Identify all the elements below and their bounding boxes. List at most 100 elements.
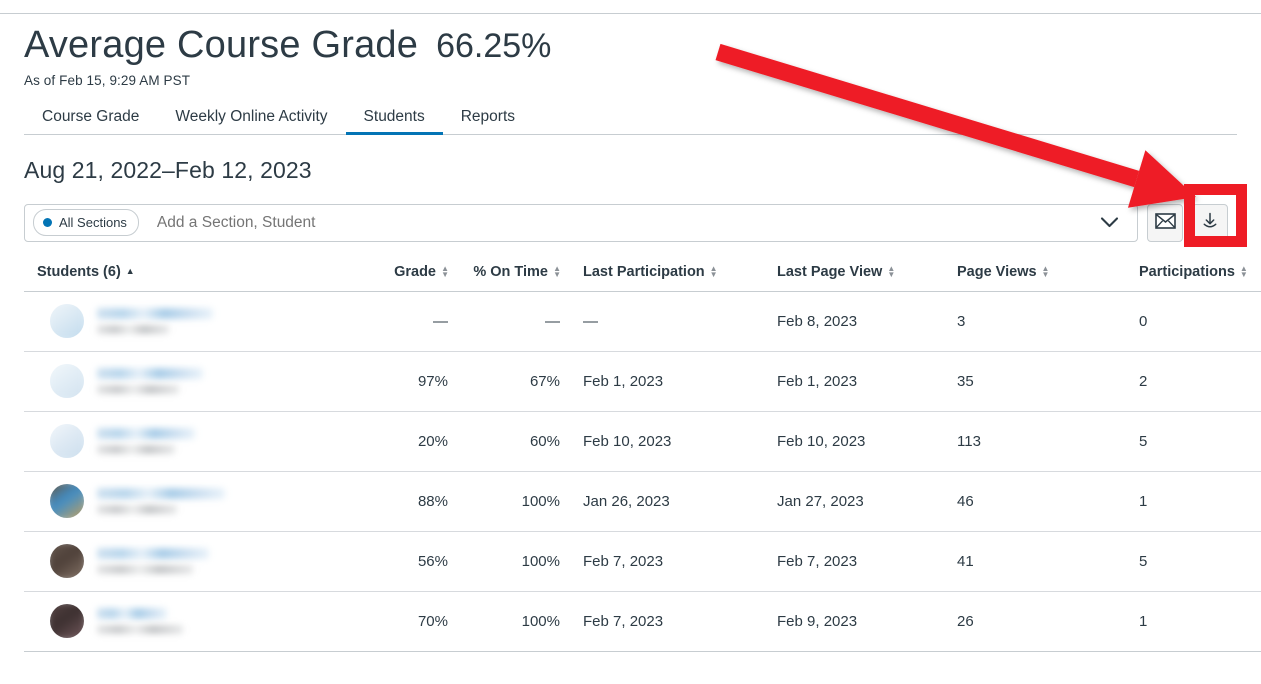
student-cell bbox=[24, 351, 337, 412]
student-name-block[interactable] bbox=[97, 608, 183, 635]
student-secondary-redacted bbox=[97, 625, 183, 635]
cell-last-participation: Feb 7, 2023 bbox=[561, 531, 755, 592]
column-header-last-participation[interactable]: Last Participation ▲ ▼ bbox=[561, 263, 755, 292]
column-header-students[interactable]: Students (6) ▲ bbox=[24, 263, 337, 292]
cell-page-views: 113 bbox=[935, 411, 1117, 472]
cell-participations: 1 bbox=[1117, 471, 1261, 532]
student-name-redacted[interactable] bbox=[97, 548, 209, 560]
cell-page-views: 46 bbox=[935, 471, 1117, 532]
student-name-block[interactable] bbox=[97, 548, 209, 575]
column-header-page-views-label: Page Views bbox=[957, 263, 1037, 280]
cell-grade: 70% bbox=[337, 591, 449, 652]
student-secondary-redacted bbox=[97, 325, 169, 335]
avatar bbox=[50, 544, 84, 579]
cell-on-time: 60% bbox=[449, 411, 561, 472]
cell-grade: 97% bbox=[337, 351, 449, 412]
student-cell bbox=[24, 471, 337, 532]
sort-toggle-icon: ▲ ▼ bbox=[1041, 263, 1050, 279]
tab-students[interactable]: Students bbox=[345, 109, 443, 135]
column-header-last-participation-label: Last Participation bbox=[583, 263, 705, 280]
student-secondary-redacted bbox=[97, 505, 177, 515]
column-header-students-label: Students (6) bbox=[37, 263, 121, 280]
column-header-on-time[interactable]: % On Time ▲ ▼ bbox=[449, 263, 561, 292]
envelope-icon bbox=[1154, 213, 1176, 232]
student-name-redacted[interactable] bbox=[97, 488, 225, 500]
table-row: 20% 60% Feb 10, 2023 Feb 10, 2023 113 5 bbox=[24, 411, 1261, 472]
cell-grade: 88% bbox=[337, 471, 449, 532]
students-table-body: — — — Feb 8, 2023 3 0 97% 67% Feb 1, 2023 Feb 1, … bbox=[24, 291, 1261, 652]
email-students-button[interactable] bbox=[1147, 203, 1183, 242]
student-cell bbox=[24, 591, 337, 652]
cell-last-page-view: Feb 7, 2023 bbox=[755, 531, 935, 592]
column-header-on-time-label: % On Time bbox=[473, 263, 548, 280]
cell-last-participation: Feb 10, 2023 bbox=[561, 411, 755, 472]
student-secondary-redacted bbox=[97, 385, 179, 395]
filter-pill-all-sections[interactable]: All Sections bbox=[33, 209, 139, 237]
as-of-timestamp: As of Feb 15, 9:29 AM PST bbox=[24, 72, 191, 88]
avatar bbox=[50, 304, 84, 339]
table-row: 56% 100% Feb 7, 2023 Feb 7, 2023 41 5 bbox=[24, 531, 1261, 592]
cell-last-participation: Feb 1, 2023 bbox=[561, 351, 755, 412]
filter-search-input[interactable] bbox=[154, 212, 1100, 233]
page-title-text: Average Course Grade bbox=[24, 24, 419, 66]
avatar bbox=[50, 604, 84, 639]
cell-last-page-view: Feb 8, 2023 bbox=[755, 291, 935, 352]
cell-grade: 20% bbox=[337, 411, 449, 472]
sort-toggle-icon: ▲ ▼ bbox=[887, 263, 896, 279]
table-row: 97% 67% Feb 1, 2023 Feb 1, 2023 35 2 bbox=[24, 351, 1261, 412]
student-cell bbox=[24, 291, 337, 352]
table-row: 70% 100% Feb 7, 2023 Feb 9, 2023 26 1 bbox=[24, 591, 1261, 652]
student-name-redacted[interactable] bbox=[97, 308, 213, 320]
tab-weekly-online-activity[interactable]: Weekly Online Activity bbox=[157, 109, 345, 135]
chevron-down-icon[interactable] bbox=[1100, 216, 1119, 229]
sort-toggle-icon: ▲ ▼ bbox=[553, 263, 561, 279]
cell-last-page-view: Feb 10, 2023 bbox=[755, 411, 935, 472]
cell-page-views: 3 bbox=[935, 291, 1117, 352]
download-csv-button[interactable] bbox=[1192, 203, 1228, 242]
tab-course-grade[interactable]: Course Grade bbox=[24, 109, 157, 135]
student-name-redacted[interactable] bbox=[97, 368, 203, 380]
filter-row: All Sections bbox=[24, 203, 1261, 243]
section-color-dot bbox=[43, 218, 52, 228]
cell-page-views: 26 bbox=[935, 591, 1117, 652]
filter-pill-label: All Sections bbox=[59, 215, 127, 231]
sort-toggle-icon: ▲ ▼ bbox=[709, 263, 718, 279]
table-row: 88% 100% Jan 26, 2023 Jan 27, 2023 46 1 bbox=[24, 471, 1261, 532]
cell-last-participation: Jan 26, 2023 bbox=[561, 471, 755, 532]
column-header-participations[interactable]: Participations ▲ ▼ bbox=[1117, 263, 1261, 292]
cell-on-time: 100% bbox=[449, 531, 561, 592]
student-cell bbox=[24, 531, 337, 592]
section-student-filter[interactable]: All Sections bbox=[24, 203, 1138, 242]
student-name-redacted[interactable] bbox=[97, 608, 167, 620]
cell-grade: 56% bbox=[337, 531, 449, 592]
cell-last-participation: — bbox=[561, 291, 755, 352]
student-name-block[interactable] bbox=[97, 368, 203, 395]
download-icon bbox=[1200, 211, 1220, 234]
tab-reports[interactable]: Reports bbox=[443, 109, 533, 135]
avatar bbox=[50, 424, 84, 459]
column-header-grade[interactable]: Grade ▲ ▼ bbox=[337, 263, 449, 292]
student-secondary-redacted bbox=[97, 445, 175, 455]
student-name-block[interactable] bbox=[97, 488, 225, 515]
cell-grade: — bbox=[337, 291, 449, 352]
students-table-head: Students (6) ▲ Grade ▲ ▼ % On Time ▲ ▼ L… bbox=[24, 263, 1261, 292]
table-row: — — — Feb 8, 2023 3 0 bbox=[24, 291, 1261, 352]
cell-on-time: 100% bbox=[449, 471, 561, 532]
student-name-block[interactable] bbox=[97, 428, 195, 455]
cell-last-participation: Feb 7, 2023 bbox=[561, 591, 755, 652]
cell-last-page-view: Feb 1, 2023 bbox=[755, 351, 935, 412]
cell-on-time: 100% bbox=[449, 591, 561, 652]
cell-page-views: 35 bbox=[935, 351, 1117, 412]
student-secondary-redacted bbox=[97, 565, 193, 575]
student-name-redacted[interactable] bbox=[97, 428, 195, 440]
column-header-last-page-view-label: Last Page View bbox=[777, 263, 883, 280]
student-cell bbox=[24, 411, 337, 472]
cell-on-time: — bbox=[449, 291, 561, 352]
sort-toggle-icon: ▲ ▼ bbox=[1239, 263, 1248, 279]
average-grade-value: 66.25% bbox=[436, 27, 552, 65]
column-header-page-views[interactable]: Page Views ▲ ▼ bbox=[935, 263, 1117, 292]
avatar bbox=[50, 364, 84, 399]
column-header-last-page-view[interactable]: Last Page View ▲ ▼ bbox=[755, 263, 935, 292]
student-name-block[interactable] bbox=[97, 308, 213, 335]
table-header-row: Students (6) ▲ Grade ▲ ▼ % On Time ▲ ▼ L… bbox=[24, 263, 1261, 292]
